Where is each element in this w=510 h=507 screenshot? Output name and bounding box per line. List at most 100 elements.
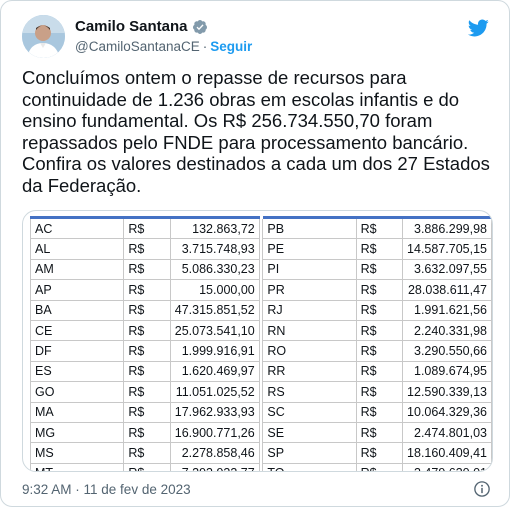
currency-cell: R$	[123, 381, 171, 403]
state-code-cell: RN	[262, 319, 357, 342]
currency-cell: R$	[123, 340, 171, 362]
tweet-image[interactable]: AC R$ 132.863,72 PB R$ 3.886.299,98 AL R$ 3.715.…	[22, 210, 493, 472]
avatar-photo	[22, 15, 65, 58]
table-row: MA R$ 17.962.933,93 SC R$ 10.064.329,36	[29, 401, 492, 423]
state-code-cell: SP	[262, 442, 357, 464]
state-code-cell: PI	[262, 258, 357, 281]
twitter-bird-icon[interactable]	[467, 17, 489, 39]
value-cell: 5.086.330,23	[169, 258, 260, 281]
author-name[interactable]: Camilo Santana	[75, 18, 188, 35]
state-code-cell: SE	[262, 421, 357, 444]
state-code-cell: MG	[29, 421, 125, 444]
state-code-cell: PB	[262, 215, 357, 240]
table-row: ES R$ 1.620.469,97 RR R$ 1.089.674,95	[29, 360, 492, 383]
currency-cell: R$	[355, 401, 404, 423]
state-code-cell: AC	[29, 215, 125, 240]
author-handle[interactable]: @CamiloSantanaCE	[75, 39, 200, 54]
table-row: DF R$ 1.999.916,91 RO R$ 3.290.550,66	[29, 340, 492, 362]
state-code-cell: MT	[29, 462, 125, 471]
avatar[interactable]	[22, 15, 65, 58]
value-cell: 3.290.550,66	[402, 340, 492, 362]
currency-cell: R$	[355, 340, 404, 362]
author-handle-row: @CamiloSantanaCE · Seguir	[75, 39, 252, 54]
state-code-cell: MS	[29, 442, 125, 464]
currency-cell: R$	[123, 319, 171, 342]
state-code-cell: BA	[29, 299, 125, 321]
info-icon[interactable]	[473, 480, 491, 498]
tweet-text: Concluímos ontem o repasse de recursos p…	[22, 67, 490, 196]
currency-cell: R$	[123, 279, 171, 301]
state-code-cell: ES	[29, 360, 125, 383]
value-cell: 7.293.933,77	[169, 462, 260, 471]
table-row: AL R$ 3.715.748,93 PE R$ 14.587.705,15	[29, 238, 492, 260]
state-code-cell: PR	[262, 279, 357, 301]
currency-cell: R$	[355, 462, 404, 471]
currency-cell: R$	[355, 258, 404, 281]
state-code-cell: AL	[29, 238, 125, 260]
value-cell: 1.089.674,95	[402, 360, 492, 383]
values-table: AC R$ 132.863,72 PB R$ 3.886.299,98 AL R$ 3.715.…	[29, 215, 492, 471]
currency-cell: R$	[123, 215, 171, 240]
value-cell: 3.632.097,55	[402, 258, 492, 281]
value-cell: 132.863,72	[169, 215, 260, 240]
state-code-cell: MA	[29, 401, 125, 423]
state-code-cell: RJ	[262, 299, 357, 321]
currency-cell: R$	[355, 279, 404, 301]
value-cell: 11.051.025,52	[169, 381, 260, 403]
table-row: MS R$ 2.278.858,46 SP R$ 18.160.409,41	[29, 442, 492, 464]
value-cell: 15.000,00	[169, 279, 260, 301]
currency-cell: R$	[123, 238, 171, 260]
value-cell: 14.587.705,15	[402, 238, 492, 260]
currency-cell: R$	[355, 442, 404, 464]
state-code-cell: DF	[29, 340, 125, 362]
tweet-card: Camilo Santana @CamiloSantanaCE · Seguir C…	[0, 0, 510, 507]
author-name-row: Camilo Santana	[75, 18, 208, 35]
state-code-cell: PE	[262, 238, 357, 260]
state-code-cell: RR	[262, 360, 357, 383]
value-cell: 18.160.409,41	[402, 442, 492, 464]
currency-cell: R$	[123, 258, 171, 281]
table-row: MTR$7.293.933,77TOR$3.479.630,01	[29, 462, 492, 471]
value-cell: 2.474.801,03	[402, 421, 492, 444]
value-cell: 10.064.329,36	[402, 401, 492, 423]
currency-cell: R$	[355, 299, 404, 321]
separator-dot: ·	[202, 39, 208, 54]
currency-cell: R$	[123, 360, 171, 383]
value-cell: 25.073.541,10	[169, 319, 260, 342]
value-cell: 2.240.331,98	[402, 319, 492, 342]
state-code-cell: RO	[262, 340, 357, 362]
value-cell: 28.038.611,47	[402, 279, 492, 301]
follow-button[interactable]: Seguir	[210, 39, 252, 54]
currency-cell: R$	[355, 238, 404, 260]
table-row: BA R$ 47.315.851,52 RJ R$ 1.991.621,56	[29, 299, 492, 321]
state-code-cell: AP	[29, 279, 125, 301]
table-row: AC R$ 132.863,72 PB R$ 3.886.299,98	[29, 215, 492, 240]
state-code-cell: TO	[262, 462, 357, 471]
value-cell: 2.278.858,46	[169, 442, 260, 464]
state-code-cell: AM	[29, 258, 125, 281]
currency-cell: R$	[355, 421, 404, 444]
state-code-cell: RS	[262, 381, 357, 403]
currency-cell: R$	[355, 360, 404, 383]
currency-cell: R$	[355, 215, 404, 240]
tweet-timestamp[interactable]: 9:32 AM · 11 de fev de 2023	[22, 482, 191, 497]
state-code-cell: CE	[29, 319, 125, 342]
value-cell: 1.991.621,56	[402, 299, 492, 321]
currency-cell: R$	[123, 299, 171, 321]
state-code-cell: SC	[262, 401, 357, 423]
value-cell: 3.886.299,98	[402, 215, 492, 240]
value-cell: 3.479.630,01	[402, 462, 492, 471]
currency-cell: R$	[355, 381, 404, 403]
value-cell: 17.962.933,93	[169, 401, 260, 423]
currency-cell: R$	[355, 319, 404, 342]
currency-cell: R$	[123, 462, 171, 471]
currency-cell: R$	[123, 401, 171, 423]
table-row: AM R$ 5.086.330,23 PI R$ 3.632.097,55	[29, 258, 492, 281]
value-cell: 47.315.851,52	[169, 299, 260, 321]
value-cell: 1.999.916,91	[169, 340, 260, 362]
table-row: GO R$ 11.051.025,52 RS R$ 12.590.339,13	[29, 381, 492, 403]
verified-badge-icon	[192, 19, 207, 34]
value-cell: 3.715.748,93	[169, 238, 260, 260]
value-cell: 1.620.469,97	[169, 360, 260, 383]
table-row: AP R$ 15.000,00 PR R$ 28.038.611,47	[29, 279, 492, 301]
